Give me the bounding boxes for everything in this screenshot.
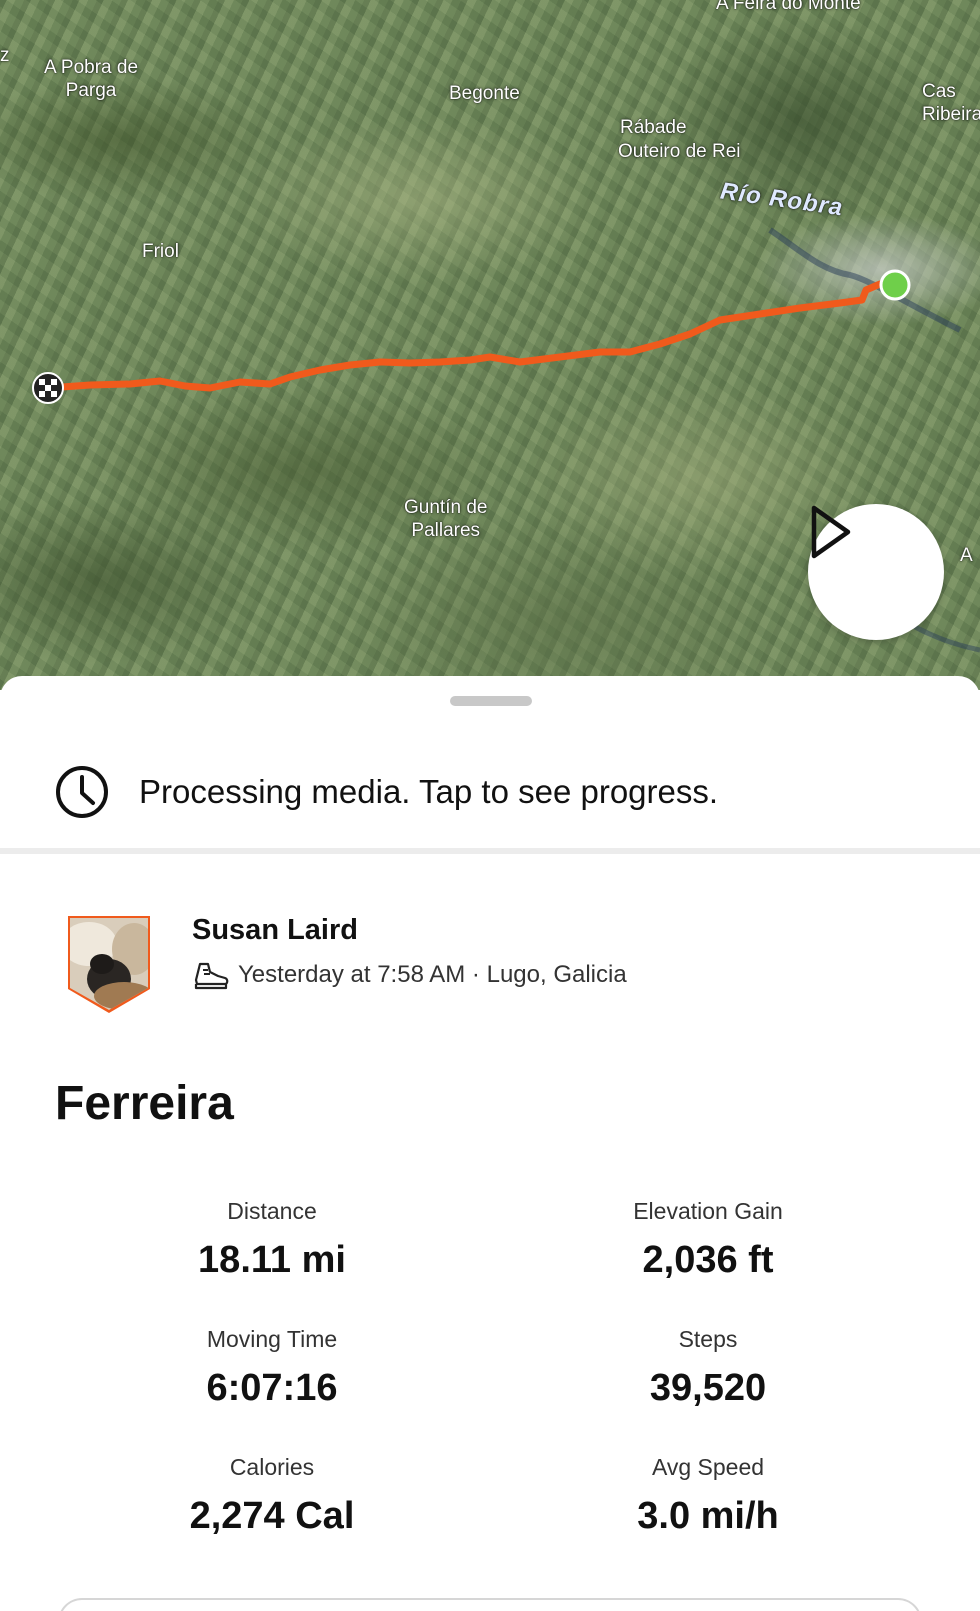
- stat-elevation-gain: Elevation Gain 2,036 ft: [488, 1196, 928, 1282]
- activity-meta: Yesterday at 7:58 AM · Lugo, Galicia: [192, 960, 627, 990]
- stat-value: 18.11 mi: [198, 1239, 346, 1281]
- stat-label: Distance: [227, 1198, 317, 1224]
- stat-moving-time: Moving Time 6:07:16: [52, 1324, 492, 1410]
- activity-title: Ferreira: [55, 1077, 234, 1130]
- play-flyover-button[interactable]: [808, 504, 944, 640]
- stat-value: 2,036 ft: [642, 1239, 774, 1281]
- map-label-z-edge: z: [0, 45, 10, 66]
- activity-meta-text: Yesterday at 7:58 AM · Lugo, Galicia: [238, 961, 627, 988]
- map-label-outeiro: Outeiro de Rei: [618, 141, 741, 162]
- processing-text: Processing media. Tap to see progress.: [139, 773, 719, 810]
- stat-label: Elevation Gain: [633, 1198, 783, 1224]
- stat-label: Moving Time: [206, 1326, 338, 1352]
- next-section-card[interactable]: [58, 1598, 922, 1611]
- stat-value: 2,274 Cal: [189, 1495, 355, 1537]
- stat-label: Steps: [678, 1326, 738, 1352]
- map-label-cas-ribeira: Cas Ribeira: [922, 81, 980, 125]
- section-divider: [0, 848, 980, 854]
- stat-avg-speed: Avg Speed 3.0 mi/h: [488, 1452, 928, 1538]
- sheet-grabber[interactable]: [450, 696, 532, 706]
- play-icon: [811, 505, 851, 559]
- stat-value: 3.0 mi/h: [637, 1495, 779, 1537]
- finish-flag-icon: [32, 372, 64, 404]
- stat-calories: Calories 2,274 Cal: [52, 1452, 492, 1538]
- map-label-begonte: Begonte: [449, 83, 520, 104]
- map-label-a-edge: A: [960, 545, 973, 566]
- stat-label: Calories: [229, 1454, 315, 1480]
- map-label-guntin: Guntín de Pallares: [404, 497, 488, 541]
- clock-icon: [56, 766, 108, 818]
- route-map[interactable]: A Pobra de Parga Begonte Rábade Outeiro …: [0, 0, 980, 690]
- stat-value: 39,520: [649, 1367, 767, 1409]
- map-label-rabade: Rábade: [620, 117, 687, 138]
- map-label-a-feira: A Feira do Monte: [716, 0, 861, 14]
- processing-media-banner[interactable]: Processing media. Tap to see progress.: [0, 736, 980, 848]
- route-line: [44, 280, 884, 392]
- activity-sheet: Processing media. Tap to see progress. S…: [0, 676, 980, 1611]
- map-label-a-pobra: A Pobra de Parga: [44, 57, 139, 101]
- hiking-shoe-icon: [194, 962, 229, 990]
- stat-steps: Steps 39,520: [488, 1324, 928, 1410]
- avatar[interactable]: [64, 914, 154, 1014]
- athlete-name[interactable]: Susan Laird: [192, 914, 358, 947]
- stat-label: Avg Speed: [651, 1454, 765, 1480]
- map-label-friol: Friol: [142, 241, 179, 262]
- stat-distance: Distance 18.11 mi: [52, 1196, 492, 1282]
- athlete-header: Susan Laird Yesterday at 7:58 AM · Lugo,…: [62, 914, 922, 1024]
- start-marker: [879, 269, 911, 301]
- stat-value: 6:07:16: [206, 1367, 338, 1409]
